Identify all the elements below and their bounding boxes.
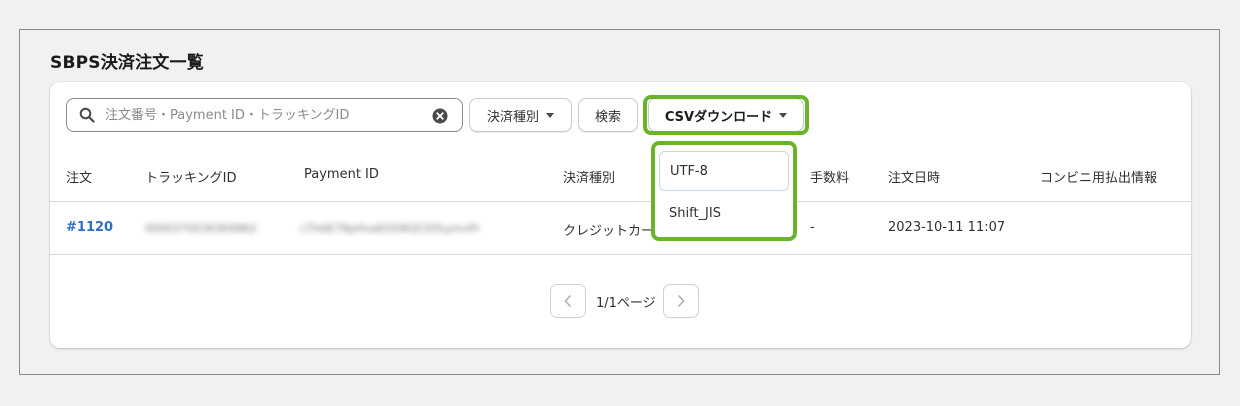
caret-down-icon bbox=[546, 112, 554, 118]
column-header-ordered-at: 注文日時 bbox=[888, 171, 941, 186]
column-header-payment-id: Payment ID bbox=[304, 167, 379, 182]
csv-download-button[interactable]: CSVダウンロード bbox=[648, 98, 804, 132]
search-field[interactable] bbox=[66, 98, 463, 132]
ordered-at-cell: 2023-10-11 11:07 bbox=[888, 220, 1006, 235]
page-indicator: 1/1ページ bbox=[596, 296, 656, 311]
column-header-konbini-info: コンビニ用払出情報 bbox=[1040, 171, 1158, 186]
previous-page-button[interactable] bbox=[550, 284, 586, 318]
row-divider bbox=[50, 254, 1191, 255]
fee-cell: - bbox=[810, 220, 815, 235]
search-icon bbox=[79, 107, 95, 123]
menu-item-shift-jis[interactable]: Shift_JIS bbox=[659, 193, 789, 233]
header-divider bbox=[50, 201, 1191, 202]
menu-item-utf8[interactable]: UTF-8 bbox=[659, 151, 789, 191]
column-header-tracking-id: トラッキングID bbox=[145, 171, 237, 186]
column-header-payment-type: 決済種別 bbox=[563, 171, 616, 186]
search-button[interactable]: 検索 bbox=[578, 98, 638, 132]
column-header-fee: 手数料 bbox=[810, 171, 850, 186]
clear-icon[interactable] bbox=[432, 108, 448, 124]
csv-download-label: CSVダウンロード bbox=[664, 109, 773, 125]
payment-type-filter-label: 決済種別 bbox=[486, 109, 539, 125]
column-header-order: 注文 bbox=[66, 171, 93, 186]
page-title: SBPS決済注文一覧 bbox=[50, 53, 204, 73]
payment-type-filter-button[interactable]: 決済種別 bbox=[469, 98, 572, 132]
chevron-right-icon bbox=[678, 295, 685, 307]
search-input[interactable] bbox=[105, 105, 425, 125]
order-link[interactable]: #1120 bbox=[66, 220, 113, 235]
tracking-id-cell: 00003700363E6862 bbox=[145, 222, 257, 235]
csv-encoding-menu: UTF-8 Shift_JIS bbox=[651, 141, 797, 241]
chevron-left-icon bbox=[564, 295, 571, 307]
payment-id-cell: cTHdE78pHvaEOO6QCD5LymvPr bbox=[300, 222, 481, 235]
next-page-button[interactable] bbox=[663, 284, 699, 318]
caret-down-icon bbox=[779, 112, 788, 118]
